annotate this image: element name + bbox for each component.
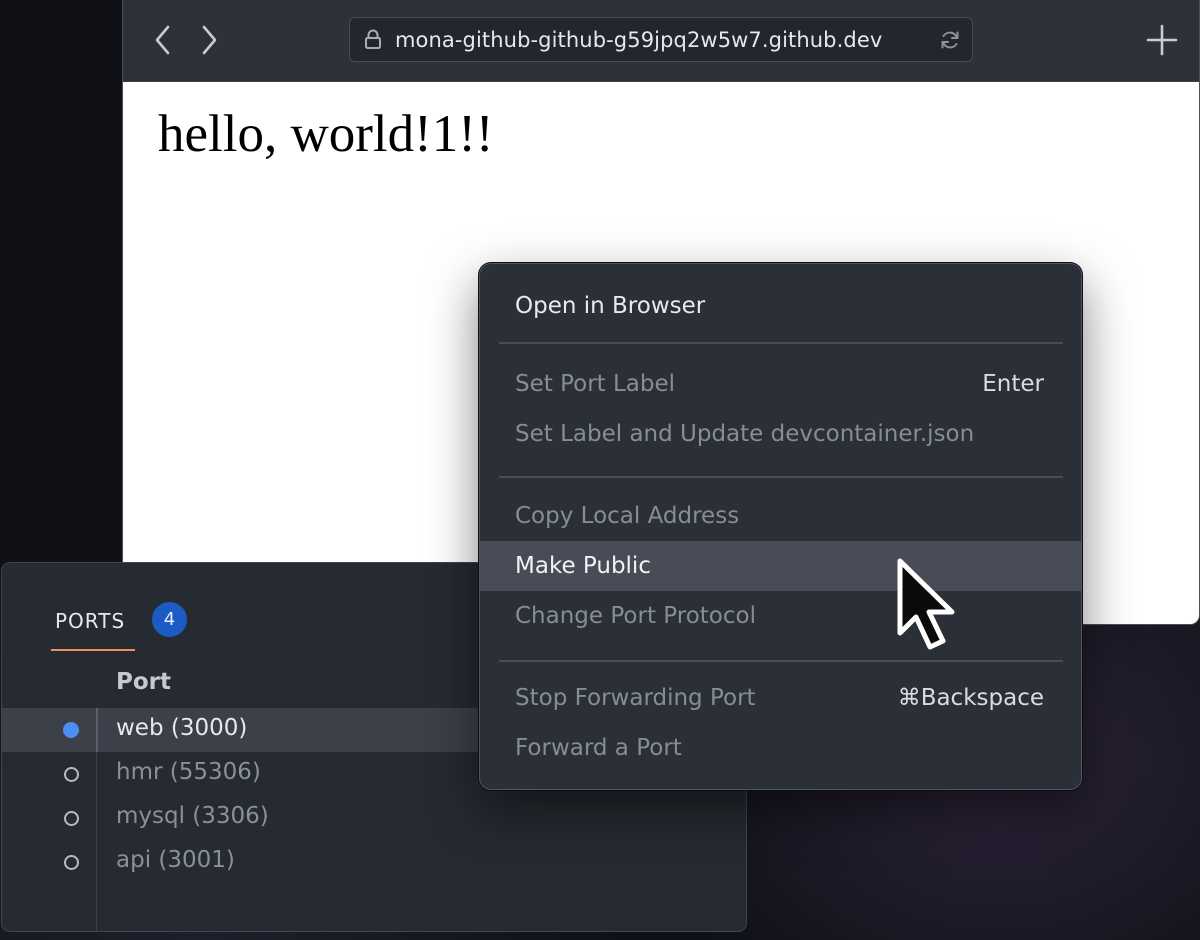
port-label: web (3000) <box>116 715 248 741</box>
port-column-header[interactable]: Port <box>116 669 171 695</box>
menu-divider <box>499 342 1063 344</box>
port-status-inactive-icon <box>64 767 79 782</box>
menu-item-forward-a-port[interactable]: Forward a Port <box>480 723 1081 773</box>
ports-count-badge: 4 <box>152 602 187 637</box>
port-context-menu: Open in Browser Set Port Label Enter Set… <box>479 263 1082 790</box>
menu-item-label: Copy Local Address <box>515 503 740 529</box>
menu-item-set-port-label[interactable]: Set Port Label Enter <box>480 359 1081 409</box>
menu-item-shortcut: ⌘Backspace <box>897 685 1044 711</box>
address-bar[interactable]: mona-github-github-g59jpq2w5w7.github.de… <box>349 17 973 62</box>
menu-divider <box>499 476 1063 478</box>
tab-ports-label: PORTS <box>55 609 126 633</box>
menu-item-label: Stop Forwarding Port <box>515 685 756 711</box>
port-row-mysql[interactable]: mysql (3306) <box>2 796 746 840</box>
mouse-cursor-icon <box>897 558 955 650</box>
chevron-right-icon <box>202 25 217 55</box>
menu-item-set-label-update-devcontainer[interactable]: Set Label and Update devcontainer.json <box>480 409 1081 459</box>
port-label: mysql (3306) <box>116 803 269 829</box>
port-label: api (3001) <box>116 847 235 873</box>
chevron-left-icon <box>155 25 170 55</box>
menu-item-label: Change Port Protocol <box>515 603 756 629</box>
menu-item-make-public[interactable]: Make Public <box>480 541 1081 591</box>
row-divider <box>96 708 98 752</box>
port-status-inactive-icon <box>64 855 79 870</box>
menu-item-open-in-browser[interactable]: Open in Browser <box>480 281 1081 331</box>
menu-item-stop-forwarding-port[interactable]: Stop Forwarding Port ⌘Backspace <box>480 673 1081 723</box>
url-text[interactable]: mona-github-github-g59jpq2w5w7.github.de… <box>395 28 882 52</box>
menu-item-label: Make Public <box>515 553 651 579</box>
browser-toolbar: mona-github-github-g59jpq2w5w7.github.de… <box>123 0 1199 82</box>
tab-ports[interactable]: PORTS <box>51 599 135 651</box>
port-row-api[interactable]: api (3001) <box>2 840 746 884</box>
forward-button[interactable] <box>191 22 227 58</box>
lock-icon <box>365 29 381 49</box>
page-heading: hello, world!1!! <box>158 105 494 163</box>
port-status-active-icon <box>63 722 79 738</box>
reload-icon[interactable] <box>938 28 962 52</box>
menu-item-copy-local-address[interactable]: Copy Local Address <box>480 491 1081 541</box>
menu-item-label: Set Port Label <box>515 371 676 397</box>
port-status-inactive-icon <box>64 811 79 826</box>
menu-item-change-port-protocol[interactable]: Change Port Protocol <box>480 591 1081 641</box>
plus-icon[interactable] <box>1145 22 1179 58</box>
menu-divider <box>499 660 1063 662</box>
menu-item-label: Open in Browser <box>515 293 706 319</box>
port-label: hmr (55306) <box>116 759 261 785</box>
back-button[interactable] <box>145 22 181 58</box>
menu-item-shortcut: Enter <box>982 371 1044 397</box>
menu-item-label: Set Label and Update devcontainer.json <box>515 421 975 447</box>
menu-item-label: Forward a Port <box>515 735 682 761</box>
